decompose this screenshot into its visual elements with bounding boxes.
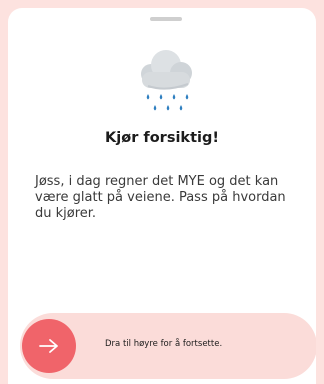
slider-label: Dra til høyre for å fortsette. (105, 339, 223, 349)
warning-message: Jøss, i dag regner det MYE og det kan væ… (35, 174, 286, 221)
arrow-right-icon (39, 339, 58, 353)
slider-handle[interactable] (22, 319, 76, 373)
rain-cloud-icon (141, 50, 192, 111)
swipe-to-continue-slider[interactable]: Dra til høyre for å fortsette. (20, 313, 316, 379)
bottom-sheet: Kjør forsiktig! Jøss, i dag regner det M… (8, 8, 316, 384)
sheet-title: Kjør forsiktig! (105, 130, 219, 146)
sheet-drag-handle[interactable] (150, 17, 182, 21)
